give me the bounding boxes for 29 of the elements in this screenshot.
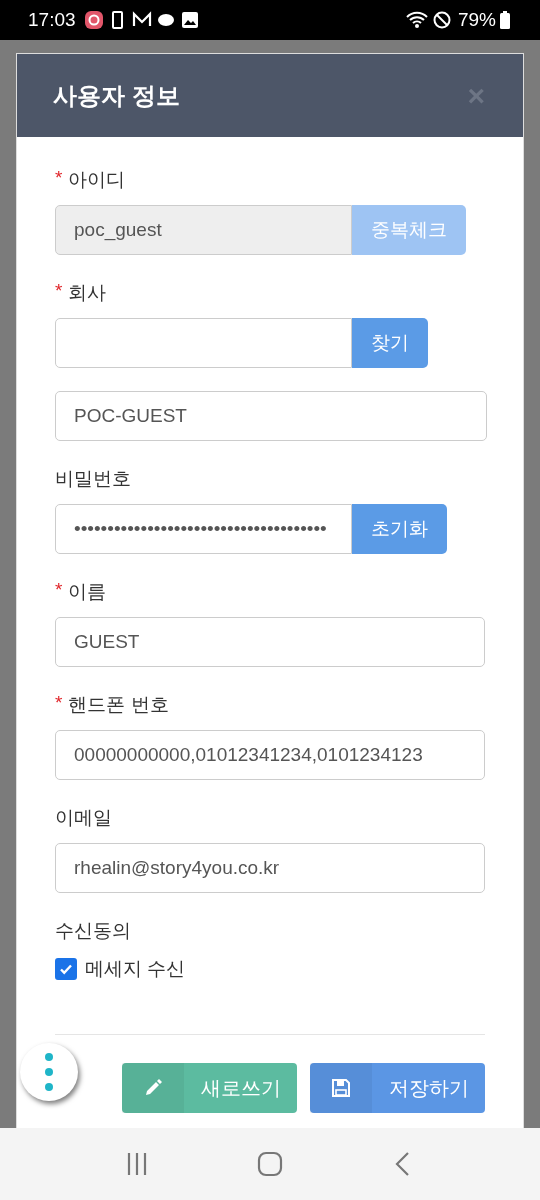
field-label: 회사 bbox=[68, 281, 107, 305]
text-field[interactable]: POC-GUEST bbox=[55, 391, 487, 441]
battery-icon bbox=[500, 11, 510, 29]
field-label: 비밀번호 bbox=[55, 467, 131, 491]
image-notification-icon bbox=[179, 10, 200, 30]
field-label: 핸드폰 번호 bbox=[68, 693, 169, 717]
text-field[interactable]: •••••••••••••••••••••••••••••••••••••• bbox=[55, 504, 352, 554]
do-not-disturb-icon bbox=[431, 10, 452, 30]
app-notification-icon bbox=[83, 10, 104, 30]
checkbox-label: 메세지 수신 bbox=[85, 957, 186, 981]
required-mark: * bbox=[55, 167, 63, 190]
required-mark: * bbox=[55, 280, 63, 303]
dialog-title: 사용자 정보 bbox=[53, 80, 180, 111]
text-field[interactable]: rhealin@story4you.co.kr bbox=[55, 843, 485, 893]
required-mark: * bbox=[55, 579, 63, 602]
field-label: 이메일 bbox=[55, 806, 112, 830]
text-field[interactable] bbox=[55, 318, 352, 368]
field-label: 수신동의 bbox=[55, 919, 131, 943]
required-mark: * bbox=[55, 692, 63, 715]
home-icon[interactable] bbox=[257, 1151, 283, 1177]
field-label: 이름 bbox=[68, 580, 107, 604]
checkbox[interactable] bbox=[55, 958, 77, 980]
text-field[interactable]: GUEST bbox=[55, 617, 485, 667]
more-vertical-icon bbox=[44, 1052, 54, 1092]
status-time: 17:03 bbox=[28, 9, 76, 31]
field-label: 아이디 bbox=[68, 168, 126, 192]
wifi-icon bbox=[405, 10, 428, 30]
text-field[interactable]: 00000000000,01012341234,0101234123 bbox=[55, 730, 485, 780]
battery-level: 79% bbox=[457, 9, 496, 31]
